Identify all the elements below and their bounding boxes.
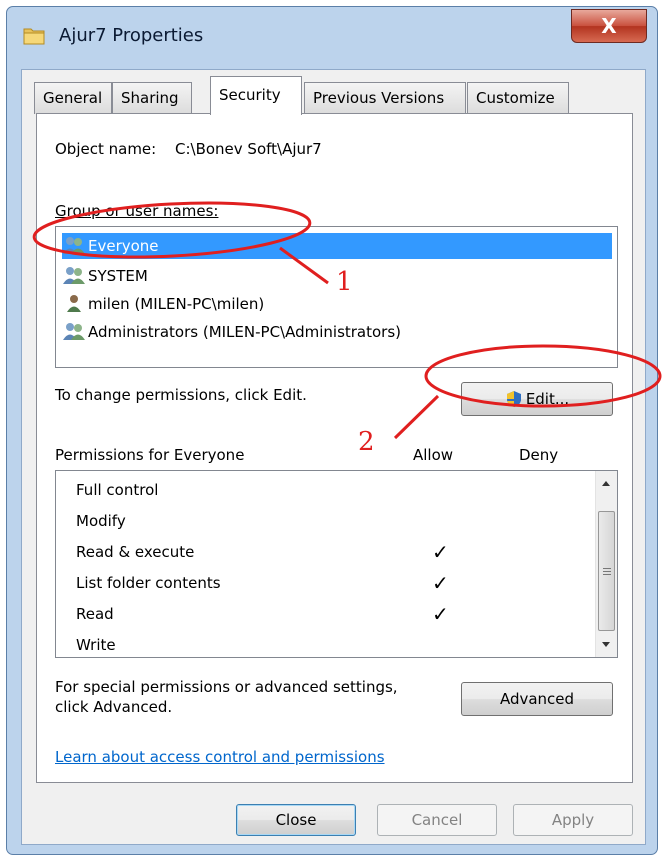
apply-button[interactable]: Apply	[513, 804, 633, 836]
dialog-client-area: General Sharing Security Previous Versio…	[21, 69, 646, 845]
permission-row-modify: Modify	[76, 512, 126, 530]
group-user-names-label: Group or user names:	[55, 202, 219, 220]
permissions-list: Full control Modify Read & execute ✓ Lis…	[55, 470, 618, 658]
tab-customize[interactable]: Customize	[467, 82, 569, 114]
scroll-up-arrow-icon[interactable]	[601, 479, 611, 487]
object-name-value: C:\Bonev Soft\Ajur7	[175, 140, 322, 158]
tab-sharing[interactable]: Sharing	[112, 82, 192, 114]
tab-security[interactable]: Security	[210, 76, 302, 115]
properties-window: Ajur7 Properties X General Sharing Secur…	[6, 6, 658, 855]
list-item-everyone[interactable]: Everyone	[62, 233, 612, 259]
scrollbar-thumb[interactable]	[598, 511, 615, 631]
advanced-hint-line1: For special permissions or advanced sett…	[55, 678, 398, 696]
advanced-hint-line2: click Advanced.	[55, 698, 173, 716]
close-icon: X	[601, 14, 617, 38]
window-title: Ajur7 Properties	[59, 25, 204, 46]
group-users-icon	[63, 267, 85, 284]
list-item-milen[interactable]: milen (MILEN-PC\milen)	[62, 291, 264, 317]
user-icon	[67, 295, 81, 312]
permission-row-full-control: Full control	[76, 481, 159, 499]
permissions-scrollbar[interactable]	[595, 471, 617, 657]
change-permissions-hint: To change permissions, click Edit.	[55, 386, 307, 404]
allow-column-header: Allow	[413, 446, 454, 464]
list-item-administrators[interactable]: Administrators (MILEN-PC\Administrators)	[62, 319, 401, 345]
list-item-system[interactable]: SYSTEM	[62, 263, 148, 289]
group-users-icon	[63, 323, 85, 340]
object-name-label: Object name:	[55, 140, 157, 158]
group-users-icon	[63, 237, 85, 254]
cancel-button[interactable]: Cancel	[377, 804, 497, 836]
security-tab-panel: Object name: C:\Bonev Soft\Ajur7 Group o…	[36, 113, 633, 783]
permission-row-read-execute: Read & execute	[76, 543, 195, 561]
read-allow-check: ✓	[432, 602, 449, 626]
edit-button[interactable]: Edit...	[461, 382, 613, 416]
permissions-for-label: Permissions for Everyone	[55, 446, 245, 464]
tab-general[interactable]: General	[34, 82, 112, 114]
tab-previous-versions[interactable]: Previous Versions	[304, 82, 466, 114]
permission-row-list-folder-contents: List folder contents	[76, 574, 221, 592]
close-button[interactable]: Close	[236, 804, 356, 836]
permission-row-read: Read	[76, 605, 114, 623]
title-bar[interactable]: Ajur7 Properties X	[7, 7, 657, 65]
uac-shield-icon	[506, 391, 521, 407]
advanced-button[interactable]: Advanced	[461, 682, 613, 716]
list-folder-allow-check: ✓	[432, 571, 449, 595]
close-window-button[interactable]: X	[571, 9, 647, 43]
permission-row-write: Write	[76, 636, 116, 654]
read-execute-allow-check: ✓	[432, 540, 449, 564]
folder-icon	[23, 28, 45, 45]
group-user-list[interactable]: Everyone SYSTEM milen (MILEN-PC\milen) A…	[55, 226, 618, 368]
learn-access-control-link[interactable]: Learn about access control and permissio…	[55, 748, 385, 766]
deny-column-header: Deny	[519, 446, 559, 464]
scroll-down-arrow-icon[interactable]	[601, 641, 611, 649]
